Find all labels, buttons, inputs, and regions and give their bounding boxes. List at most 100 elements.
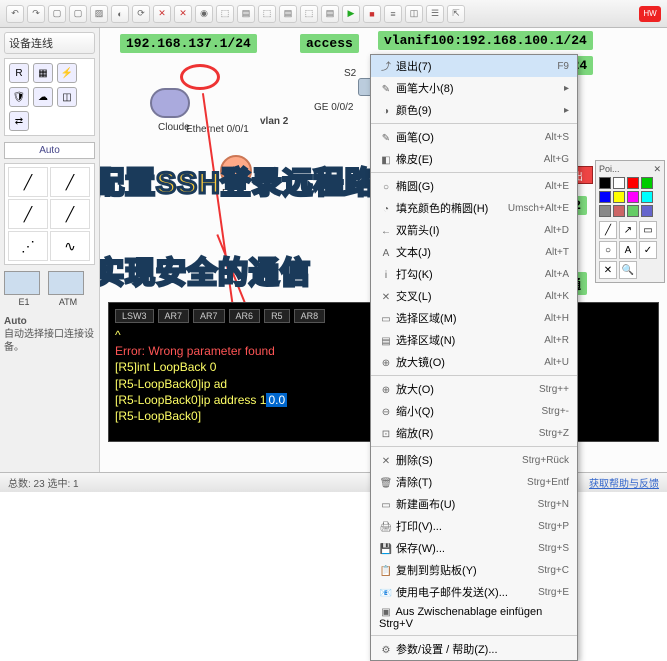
tool-6[interactable]: ◐ bbox=[111, 5, 129, 23]
color-swatch[interactable] bbox=[613, 177, 625, 189]
term-tab-lsw3[interactable]: LSW3 bbox=[115, 309, 154, 323]
link-tool-6[interactable]: ∿ bbox=[50, 231, 90, 261]
link-category-icon[interactable]: ⇄ bbox=[9, 111, 29, 131]
ctx-V[interactable]: 🖨 打印(V)...Strg+P bbox=[371, 515, 577, 537]
color-swatch[interactable] bbox=[641, 177, 653, 189]
tool-12[interactable]: ▤ bbox=[237, 5, 255, 23]
ctx-T[interactable]: 🗑 清除(T)Strg+Entf bbox=[371, 471, 577, 493]
ctx-E[interactable]: ◧ 橡皮(E)Alt+G bbox=[371, 148, 577, 170]
tool-22[interactable]: ⇱ bbox=[447, 5, 465, 23]
ctx-O[interactable]: ✎ 画笔(O)Alt+S bbox=[371, 126, 577, 148]
ctx-I[interactable]: ← 双箭头(I)Alt+D bbox=[371, 219, 577, 241]
main-toolbar: ↶ ↷ ▢ ▢ ▨ ◐ ⟳ ✕ ✕ ◉ ⬚ ▤ ⬚ ▤ ⬚ ▤ ▶ ■ ≡ ◫ … bbox=[0, 0, 667, 28]
ctx-R[interactable]: ⊡ 缩放(R)Strg+Z bbox=[371, 422, 577, 444]
ctx-Q[interactable]: ⊖ 缩小(Q)Strg+- bbox=[371, 400, 577, 422]
color-swatch[interactable] bbox=[627, 177, 639, 189]
tool-19[interactable]: ≡ bbox=[384, 5, 402, 23]
device-e1[interactable]: E1 bbox=[4, 271, 44, 307]
link-tool-3[interactable]: ╱ bbox=[8, 199, 48, 229]
paint-cross-icon[interactable]: ✕ bbox=[599, 261, 617, 279]
color-swatch[interactable] bbox=[627, 205, 639, 217]
tool-11[interactable]: ⬚ bbox=[216, 5, 234, 23]
ctx-L[interactable]: ✕ 交叉(L)Alt+K bbox=[371, 285, 577, 307]
vlan2-label: vlan 2 bbox=[260, 116, 288, 127]
ctx-7[interactable]: ⤴ 退出(7)F9 bbox=[371, 55, 577, 77]
color-swatch[interactable] bbox=[599, 191, 611, 203]
paint-line-icon[interactable]: ╱ bbox=[599, 221, 617, 239]
tool-21[interactable]: ☰ bbox=[426, 5, 444, 23]
tool-10[interactable]: ◉ bbox=[195, 5, 213, 23]
ctx-9[interactable]: ◑ 颜色(9)▸ bbox=[371, 99, 577, 121]
tool-delete2-icon[interactable]: ✕ bbox=[174, 5, 192, 23]
device-atm[interactable]: ATM bbox=[48, 271, 88, 307]
ctx-O[interactable]: ⊕ 放大镜(O)Alt+U bbox=[371, 351, 577, 373]
tool-16[interactable]: ▤ bbox=[321, 5, 339, 23]
tool-3[interactable]: ▢ bbox=[48, 5, 66, 23]
paint-close-icon[interactable]: ✕ bbox=[653, 164, 661, 175]
tool-14[interactable]: ▤ bbox=[279, 5, 297, 23]
tool-15[interactable]: ⬚ bbox=[300, 5, 318, 23]
ctx-AusZwischenablageeinfgenStrgV[interactable]: ▣ Aus Zwischenablage einfügen Strg+V bbox=[371, 603, 577, 633]
label-access: access bbox=[300, 34, 359, 53]
ctx-N[interactable]: ▤ 选择区域(N)Alt+R bbox=[371, 329, 577, 351]
tool-5[interactable]: ▨ bbox=[90, 5, 108, 23]
color-swatch[interactable] bbox=[641, 205, 653, 217]
color-swatch[interactable] bbox=[599, 205, 611, 217]
term-tab-ar7a[interactable]: AR7 bbox=[158, 309, 190, 323]
ctx-G[interactable]: ○ 椭圆(G)Alt+E bbox=[371, 175, 577, 197]
hub-category-icon[interactable]: ◫ bbox=[57, 87, 77, 107]
tool-20[interactable]: ◫ bbox=[405, 5, 423, 23]
link-tool-4[interactable]: ╱ bbox=[50, 199, 90, 229]
ctx-O[interactable]: ⊕ 放大(O)Strg++ bbox=[371, 378, 577, 400]
firewall-category-icon[interactable]: 🛡 bbox=[9, 87, 29, 107]
ctx-W[interactable]: 💾 保存(W)...Strg+S bbox=[371, 537, 577, 559]
ctx-S[interactable]: ✕ 删除(S)Strg+Rück bbox=[371, 449, 577, 471]
color-swatch[interactable] bbox=[641, 191, 653, 203]
node-s2-label: S2 bbox=[344, 68, 356, 79]
paint-circle-icon[interactable]: ○ bbox=[599, 241, 617, 259]
tool-stop-icon[interactable]: ■ bbox=[363, 5, 381, 23]
tool-13[interactable]: ⬚ bbox=[258, 5, 276, 23]
paint-toolbox: Poi...✕ ╱ ↗ ▭ ○ A ✓ ✕ 🔍 bbox=[595, 160, 665, 283]
label-vlanif100: vlanif100:192.168.100.1/24 bbox=[378, 31, 593, 50]
ctx-U[interactable]: ▭ 新建画布(U)Strg+N bbox=[371, 493, 577, 515]
paint-zoom-icon[interactable]: 🔍 bbox=[619, 261, 637, 279]
paint-check-icon[interactable]: ✓ bbox=[639, 241, 657, 259]
color-swatch[interactable] bbox=[627, 191, 639, 203]
link-tool-2[interactable]: ╱ bbox=[50, 167, 90, 197]
tool-redo[interactable]: ↷ bbox=[27, 5, 45, 23]
ctx-K[interactable]: i 打勾(K)Alt+A bbox=[371, 263, 577, 285]
link-tool-1[interactable]: ╱ bbox=[8, 167, 48, 197]
link-tool-5[interactable]: ⋰ bbox=[8, 231, 48, 261]
switch-category-icon[interactable]: ▦ bbox=[33, 63, 53, 83]
status-help-link[interactable]: 获取帮助与反馈 bbox=[589, 475, 659, 490]
color-swatch[interactable] bbox=[613, 205, 625, 217]
term-tab-ar6[interactable]: AR6 bbox=[229, 309, 261, 323]
device-sidebar: 设备连线 R ▦ ⚡ 🛡 ☁ ◫ ⇄ Auto ╱ ╱ ╱ ╱ ⋰ ∿ E1 A… bbox=[0, 28, 100, 472]
tool-delete-icon[interactable]: ✕ bbox=[153, 5, 171, 23]
term-tab-r5[interactable]: R5 bbox=[264, 309, 290, 323]
paint-arrow-icon[interactable]: ↗ bbox=[619, 221, 637, 239]
term-tab-ar7b[interactable]: AR7 bbox=[193, 309, 225, 323]
ctx-Z[interactable]: ⚙ 参数/设置 / 帮助(Z)... bbox=[371, 638, 577, 660]
ctx-8[interactable]: ✎ 画笔大小(8)▸ bbox=[371, 77, 577, 99]
color-swatch[interactable] bbox=[613, 191, 625, 203]
pc-category-icon[interactable]: ☁ bbox=[33, 87, 53, 107]
tool-7[interactable]: ⟳ bbox=[132, 5, 150, 23]
ctx-M[interactable]: ▭ 选择区域(M)Alt+H bbox=[371, 307, 577, 329]
ctx-H[interactable]: ◔ 填充颜色的椭圆(H)Umsch+Alt+E bbox=[371, 197, 577, 219]
tool-4[interactable]: ▢ bbox=[69, 5, 87, 23]
color-swatch[interactable] bbox=[599, 177, 611, 189]
overlay-title-2: 实现安全的通信 bbox=[100, 248, 311, 292]
wlan-category-icon[interactable]: ⚡ bbox=[57, 63, 77, 83]
ctx-Y[interactable]: 📋 复制到剪贴板(Y)Strg+C bbox=[371, 559, 577, 581]
paint-rect-icon[interactable]: ▭ bbox=[639, 221, 657, 239]
router-category-icon[interactable]: R bbox=[9, 63, 29, 83]
ctx-X[interactable]: 📧 使用电子邮件发送(X)...Strg+E bbox=[371, 581, 577, 603]
paint-text-icon[interactable]: A bbox=[619, 241, 637, 259]
term-tab-ar8[interactable]: AR8 bbox=[294, 309, 326, 323]
ctx-J[interactable]: A 文本(J)Alt+T bbox=[371, 241, 577, 263]
tool-start-icon[interactable]: ▶ bbox=[342, 5, 360, 23]
node-cloud[interactable] bbox=[150, 88, 190, 118]
tool-undo[interactable]: ↶ bbox=[6, 5, 24, 23]
